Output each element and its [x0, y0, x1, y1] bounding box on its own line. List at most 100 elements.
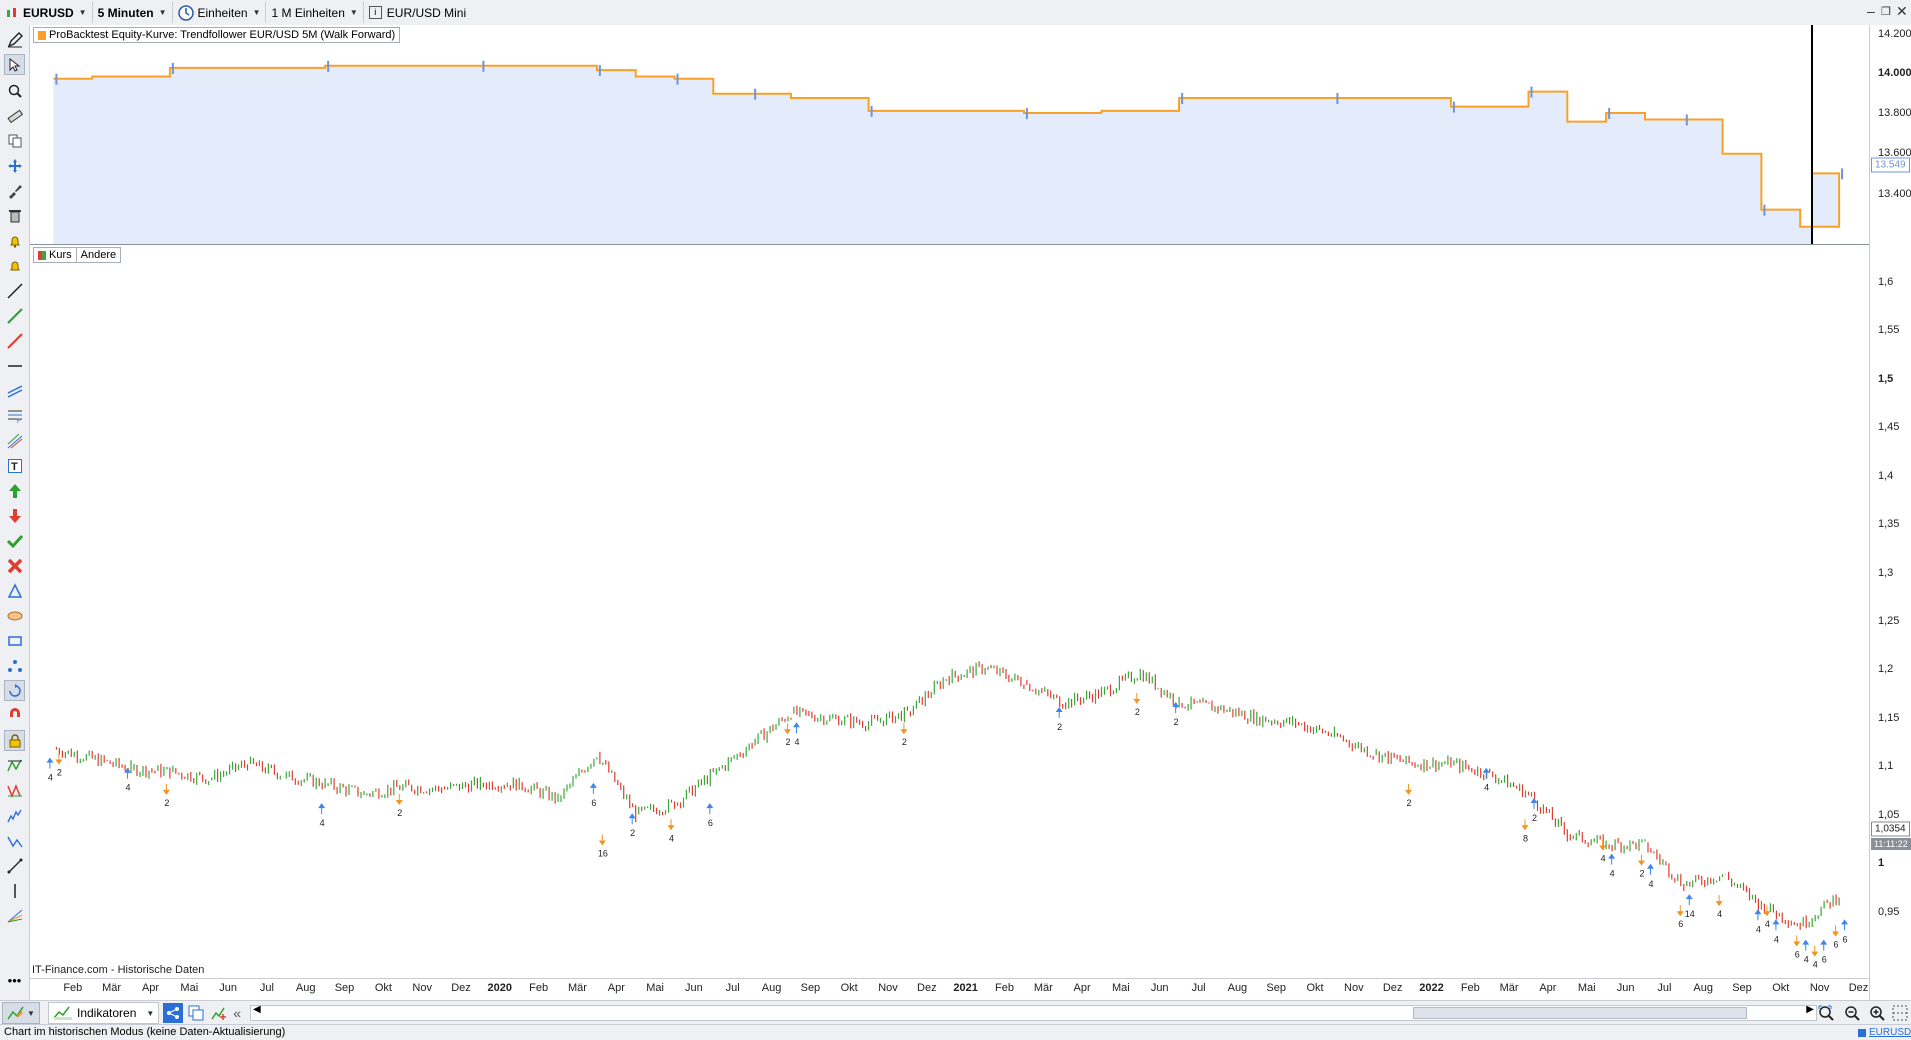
trash-icon[interactable] [4, 205, 25, 226]
zoom-fit-icon[interactable] [1818, 1005, 1836, 1021]
lock-icon[interactable] [4, 730, 25, 751]
panel-separator[interactable] [30, 244, 1869, 245]
sell-signal-arrow [900, 723, 908, 735]
alert-bell-icon[interactable] [4, 255, 25, 276]
signal-count-label: 2 [1532, 813, 1537, 823]
date-tick: Aug [761, 982, 782, 994]
move-icon[interactable] [4, 155, 25, 176]
text-icon[interactable]: T [4, 455, 25, 476]
link-icon [1858, 1028, 1866, 1037]
buy-arrow-shape [1685, 894, 1693, 906]
zoom-icon[interactable] [4, 80, 25, 101]
channel-icon[interactable] [4, 380, 25, 401]
pencil-icon[interactable] [4, 29, 25, 50]
indicators-button[interactable]: Indikatoren ▼ [48, 1002, 160, 1024]
units-count-selector[interactable]: 1 M Einheiten ▼ [266, 2, 364, 23]
compare-button[interactable] [186, 1003, 206, 1023]
copy-icon[interactable] [4, 130, 25, 151]
current-time-badge: 11:11:22 [1871, 838, 1911, 850]
close-icon[interactable]: ✕ [1896, 3, 1908, 20]
price-tick: 1 [1878, 857, 1885, 869]
date-tick: Jun [685, 982, 703, 994]
horizontal-line-icon[interactable] [4, 355, 25, 376]
tab-kurs[interactable]: Kurs [34, 248, 77, 262]
sell-arrow-shape [1637, 854, 1645, 866]
scroll-left-icon[interactable]: ◀ [253, 1004, 261, 1015]
restore-icon[interactable]: ❐ [1881, 5, 1891, 18]
cross-icon[interactable] [4, 555, 25, 576]
share-button[interactable] [163, 1003, 184, 1023]
equity-panel-label[interactable]: ProBacktest Equity-Kurve: Trendfollower … [33, 27, 401, 43]
ellipse-icon[interactable] [4, 605, 25, 626]
zoom-out-icon[interactable] [1844, 1005, 1860, 1021]
drawing-mode-button[interactable]: ▼ [2, 1002, 40, 1024]
symbol-link-label: EURUSD [1869, 1027, 1911, 1038]
sell-signal-arrow [1521, 819, 1529, 831]
zoom-in-icon[interactable] [1869, 1005, 1885, 1021]
brush-icon[interactable] [4, 180, 25, 201]
alert-bell-add-icon[interactable] [4, 230, 25, 251]
pattern-icon[interactable] [4, 755, 25, 776]
elliott-wave-icon[interactable] [4, 805, 25, 826]
date-tick: Nov [1809, 982, 1830, 994]
date-tick: Dez [1382, 982, 1403, 994]
tab-kurs-label: Kurs [49, 249, 72, 261]
tab-andere[interactable]: Andere [77, 248, 120, 262]
measure-icon[interactable] [4, 855, 25, 876]
more-tools-icon[interactable]: ••• [4, 970, 25, 991]
sell-arrow-shape [667, 819, 675, 831]
points-icon[interactable] [4, 655, 25, 676]
price-tick: 1,05 [1878, 809, 1900, 821]
cycle-icon[interactable] [4, 680, 25, 701]
sell-arrow-shape [1793, 935, 1801, 947]
pitchfork-icon[interactable] [4, 430, 25, 451]
date-tick: Nov [878, 982, 898, 994]
cursor-icon[interactable] [4, 54, 25, 75]
fibonacci-icon[interactable]: F [4, 405, 25, 426]
vertical-line-icon[interactable] [4, 880, 25, 901]
equity-current-value: 13.549 [1871, 157, 1910, 173]
ruler-icon[interactable] [4, 105, 25, 126]
units-count-label: 1 M Einheiten [271, 5, 345, 20]
magnet-icon[interactable] [4, 705, 25, 726]
symbol-link[interactable]: EURUSD [1858, 1025, 1911, 1040]
sell-arrow-shape [598, 834, 606, 846]
scroll-start-icon[interactable]: « [233, 1005, 241, 1021]
signal-count-label: 6 [1834, 939, 1839, 949]
arrow-down-icon[interactable] [4, 505, 25, 526]
arrow-up-icon[interactable] [4, 480, 25, 501]
checkmark-icon[interactable] [4, 530, 25, 551]
sell-signal-arrow [1793, 935, 1801, 947]
date-tick: Aug [1227, 982, 1248, 994]
trendline-icon[interactable] [4, 280, 25, 301]
timeframe-selector[interactable]: 5 Minuten ▼ [93, 2, 173, 23]
date-axis[interactable]: Feb Mär Apr Mai Jun Jul Aug Sep Okt Nov Dez 2020 Feb… [30, 978, 1869, 1001]
price-axis[interactable]: 14.200 14.000 13.800 13.600 13.549 13.40… [1869, 25, 1911, 1025]
signal-count-label: 4 [1804, 955, 1809, 965]
sell-signal-arrow [162, 783, 170, 795]
date-tick: Dez [1848, 982, 1869, 994]
signal-count-label: 4 [1813, 960, 1818, 970]
sell-signal-arrow [1637, 854, 1645, 866]
trendline-red-icon[interactable] [4, 330, 25, 351]
date-tick: Feb [63, 982, 83, 994]
status-bar: Chart im historischen Modus (keine Daten… [0, 1024, 1911, 1040]
symbol-selector[interactable]: EURUSD ▼ [0, 2, 93, 23]
fibonacci-fan-icon[interactable] [4, 905, 25, 926]
sell-arrow-shape [162, 783, 170, 795]
triangle-icon[interactable] [4, 580, 25, 601]
zigzag-icon[interactable] [4, 780, 25, 801]
scroll-right-icon[interactable]: ▶ [1806, 1004, 1814, 1015]
add-chart-button[interactable] [209, 1003, 229, 1023]
sell-arrow-shape [900, 723, 908, 735]
elliott-abc-icon[interactable] [4, 830, 25, 851]
chevron-down-icon: ▼ [252, 8, 261, 17]
trendline-green-icon[interactable] [4, 305, 25, 326]
units-selector[interactable]: Einheiten ▼ [173, 2, 267, 23]
settings-grid-icon[interactable] [1892, 1005, 1908, 1021]
instrument-info[interactable]: i EUR/USD Mini [364, 2, 471, 23]
chart-scrollbar[interactable]: ◀ ▶ [250, 1004, 1817, 1021]
rectangle-icon[interactable] [4, 630, 25, 651]
minimize-icon[interactable]: – [1867, 3, 1875, 19]
scrollbar-thumb[interactable] [1413, 1007, 1747, 1019]
